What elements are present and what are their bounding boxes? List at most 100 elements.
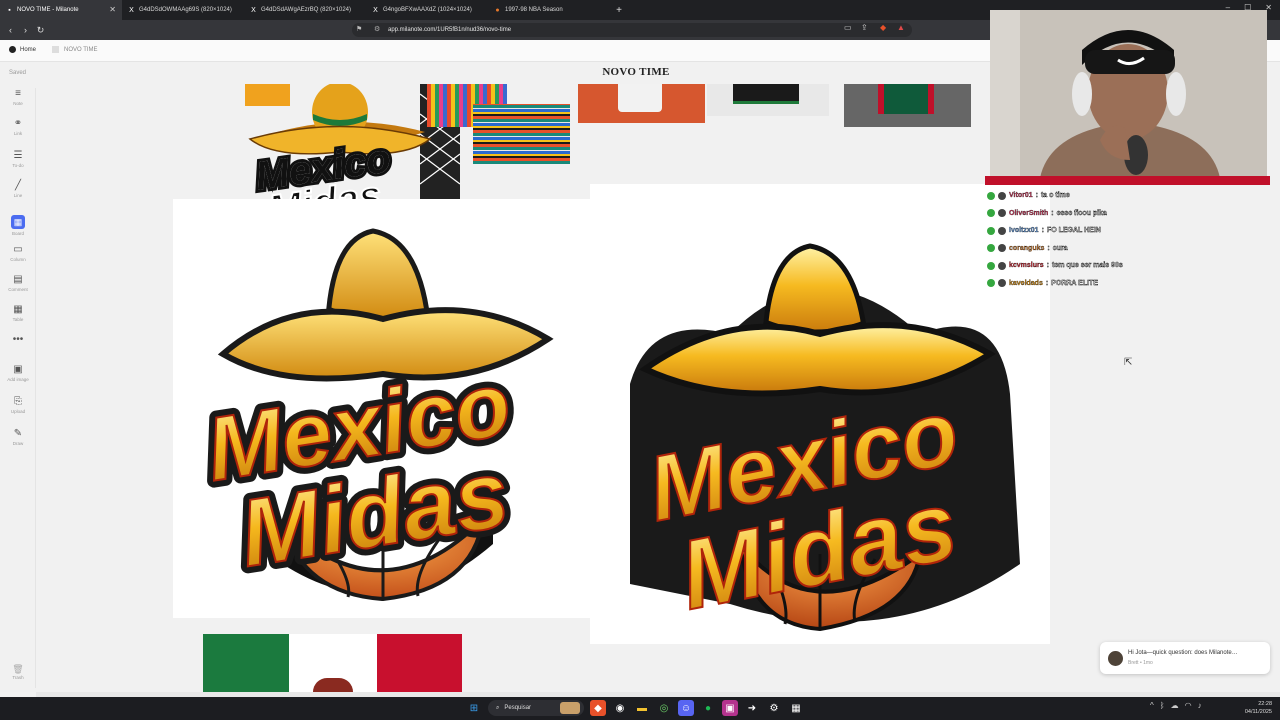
tab-label: G4ngoBFXwAAXdZ (1024×1024): [383, 7, 472, 13]
tool-column[interactable]: ▭ Column: [2, 244, 34, 262]
tool-label: Add image: [7, 377, 29, 382]
chat-text: cura: [1052, 244, 1068, 252]
tool-to-do[interactable]: ☰ To-do: [2, 150, 34, 168]
subscriber-badge-icon: [987, 244, 995, 253]
avatar: [1108, 651, 1123, 666]
chat-message: Vitor01: ta o time: [987, 187, 1270, 205]
windows-taskbar: ⊞ ⌕ Pesquisar ◆ ◉ ▬ ◎ ☺ ● ▣ ➜ ⚙ ▦ ^ ᛒ ☁ …: [0, 697, 1280, 720]
taskbar-clock[interactable]: 22:28 04/11/2025: [1245, 700, 1272, 716]
chat-colon: :: [1051, 209, 1054, 217]
clock-time: 22:28: [1258, 701, 1272, 707]
forward-icon[interactable]: ›: [18, 25, 33, 35]
chat-header-bar: [985, 176, 1270, 185]
brave-shield-icon[interactable]: ◆: [880, 23, 886, 32]
jersey-green-image[interactable]: [707, 84, 829, 116]
chat-text: PORRA ELITE: [1051, 279, 1099, 287]
volume-icon[interactable]: ♪: [1198, 701, 1202, 710]
reload-icon[interactable]: ↻: [33, 25, 48, 36]
search-icon: ⌕: [496, 704, 500, 711]
breadcrumb-home[interactable]: Home: [9, 46, 36, 53]
tab-novo-time[interactable]: ▪ NOVO TIME - Milanote ✕: [0, 0, 122, 20]
site-info-icon[interactable]: ⚙: [374, 23, 380, 37]
tool-note[interactable]: ≡ Note: [2, 88, 34, 106]
tab-image-3[interactable]: X G4ngoBFXwAAXdZ (1024×1024): [366, 0, 488, 20]
logo-card-left[interactable]: Mexico Mexico Midas Midas: [173, 199, 590, 618]
tool-line[interactable]: ╱ Line: [2, 180, 34, 198]
close-icon[interactable]: ✕: [109, 5, 116, 14]
serape-stripes-image[interactable]: [473, 104, 570, 164]
settings-icon[interactable]: ⚙: [766, 700, 782, 716]
mexico-midas-logo-1: Mexico Mexico Midas Midas: [193, 228, 554, 602]
tool-label: Table: [12, 317, 24, 322]
app-icon-pink[interactable]: ▣: [722, 700, 738, 716]
clock-date: 04/11/2025: [1244, 709, 1272, 715]
rewards-icon[interactable]: ▲: [897, 23, 905, 32]
x-icon: X: [129, 6, 134, 14]
tool-label: Line: [13, 193, 23, 198]
tool-table[interactable]: ▦ Table: [2, 304, 34, 322]
bookmark-icon[interactable]: ⚑: [356, 23, 362, 37]
tool-comment[interactable]: ▤ Comment: [2, 274, 34, 292]
tool-link[interactable]: ⚭ Link: [2, 118, 34, 136]
screenshot-icon[interactable]: ▭: [844, 23, 852, 32]
page-title[interactable]: NOVO TIME: [560, 66, 712, 78]
file-explorer-icon[interactable]: ▬: [634, 700, 650, 716]
tool-label: Upload: [10, 409, 26, 414]
url-field[interactable]: ⚑ ⚙ app.milanote.com/1UR5fB1n/nud36/novo…: [352, 23, 912, 37]
board-icon: ▦: [11, 215, 25, 229]
tool-label: Note: [13, 101, 23, 106]
jersey-orange-image[interactable]: [578, 84, 705, 123]
chrome-icon[interactable]: ◎: [656, 700, 672, 716]
taskbar-search[interactable]: ⌕ Pesquisar: [488, 700, 584, 716]
user-badge-icon: [998, 226, 1006, 235]
chevron-up-icon[interactable]: ^: [1150, 701, 1154, 710]
mexico-flag-image[interactable]: [203, 634, 462, 692]
support-message-toast[interactable]: Hi Jota—quick question: does Milanote… B…: [1100, 642, 1270, 674]
draw-icon: ✎: [13, 428, 23, 439]
url-text: app.milanote.com/1UR5fB1n/nud36/novo-tim…: [388, 27, 512, 33]
tool-upload[interactable]: ⎘ Upload: [2, 396, 34, 414]
subscriber-badge-icon: [987, 226, 995, 235]
obs-icon[interactable]: ◉: [612, 700, 628, 716]
logo-card-right[interactable]: Mexico Midas: [590, 184, 1050, 644]
bluetooth-icon[interactable]: ᛒ: [1160, 701, 1165, 710]
cloud-icon[interactable]: ☁: [1171, 701, 1179, 710]
trash-label: Trash: [12, 675, 24, 680]
tool-board[interactable]: ▦ Board: [2, 212, 34, 236]
wifi-icon[interactable]: ◠: [1185, 701, 1192, 710]
upload-icon: ⎘: [14, 396, 22, 407]
chat-username: coranguks: [1009, 244, 1045, 252]
streamer-webcam: [990, 10, 1267, 178]
breadcrumb-board[interactable]: NOVO TIME: [52, 46, 98, 53]
chat-text: ta o time: [1040, 192, 1070, 200]
new-tab-button[interactable]: +: [610, 5, 628, 16]
table-icon: ▦: [13, 304, 23, 315]
x-icon: X: [373, 6, 378, 14]
share-icon[interactable]: ⇪: [861, 23, 868, 32]
subscriber-badge-icon: [987, 209, 995, 218]
trash-button[interactable]: 🗑︎ Trash: [2, 664, 34, 688]
user-badge-icon: [998, 261, 1006, 270]
snipping-icon[interactable]: ▦: [788, 700, 804, 716]
subscriber-badge-icon: [987, 191, 995, 200]
brave-icon[interactable]: ◆: [590, 700, 606, 716]
windows-start-icon[interactable]: ⊞: [466, 700, 482, 716]
user-badge-icon: [998, 191, 1006, 200]
spotify-icon[interactable]: ●: [700, 700, 716, 716]
tab-image-2[interactable]: X G4dDSdAWgAEzrBQ (820×1024): [244, 0, 366, 20]
tab-image-1[interactable]: X G4dDSdOWMAAg69S (820×1024): [122, 0, 244, 20]
tool-more[interactable]: •••: [2, 334, 34, 347]
tool-label: Board: [11, 231, 24, 236]
chat-message: coranguks: cura: [987, 240, 1270, 258]
app-icon-arrow[interactable]: ➜: [744, 700, 760, 716]
jersey-red-green-image[interactable]: [844, 84, 971, 127]
tool-add-image[interactable]: ▣ Add image: [2, 364, 34, 382]
tab-label: G4dDSdOWMAAg69S (820×1024): [139, 7, 232, 13]
back-icon[interactable]: ‹: [3, 25, 18, 35]
milanote-icon: ▪: [8, 6, 11, 14]
discord-icon[interactable]: ☺: [678, 700, 694, 716]
tool-draw[interactable]: ✎ Draw: [2, 428, 34, 446]
tab-nba-season[interactable]: ● 1997-98 NBA Season: [488, 0, 610, 20]
chat-username: kcvmslurs: [1009, 262, 1044, 270]
user-badge-icon: [998, 244, 1006, 253]
